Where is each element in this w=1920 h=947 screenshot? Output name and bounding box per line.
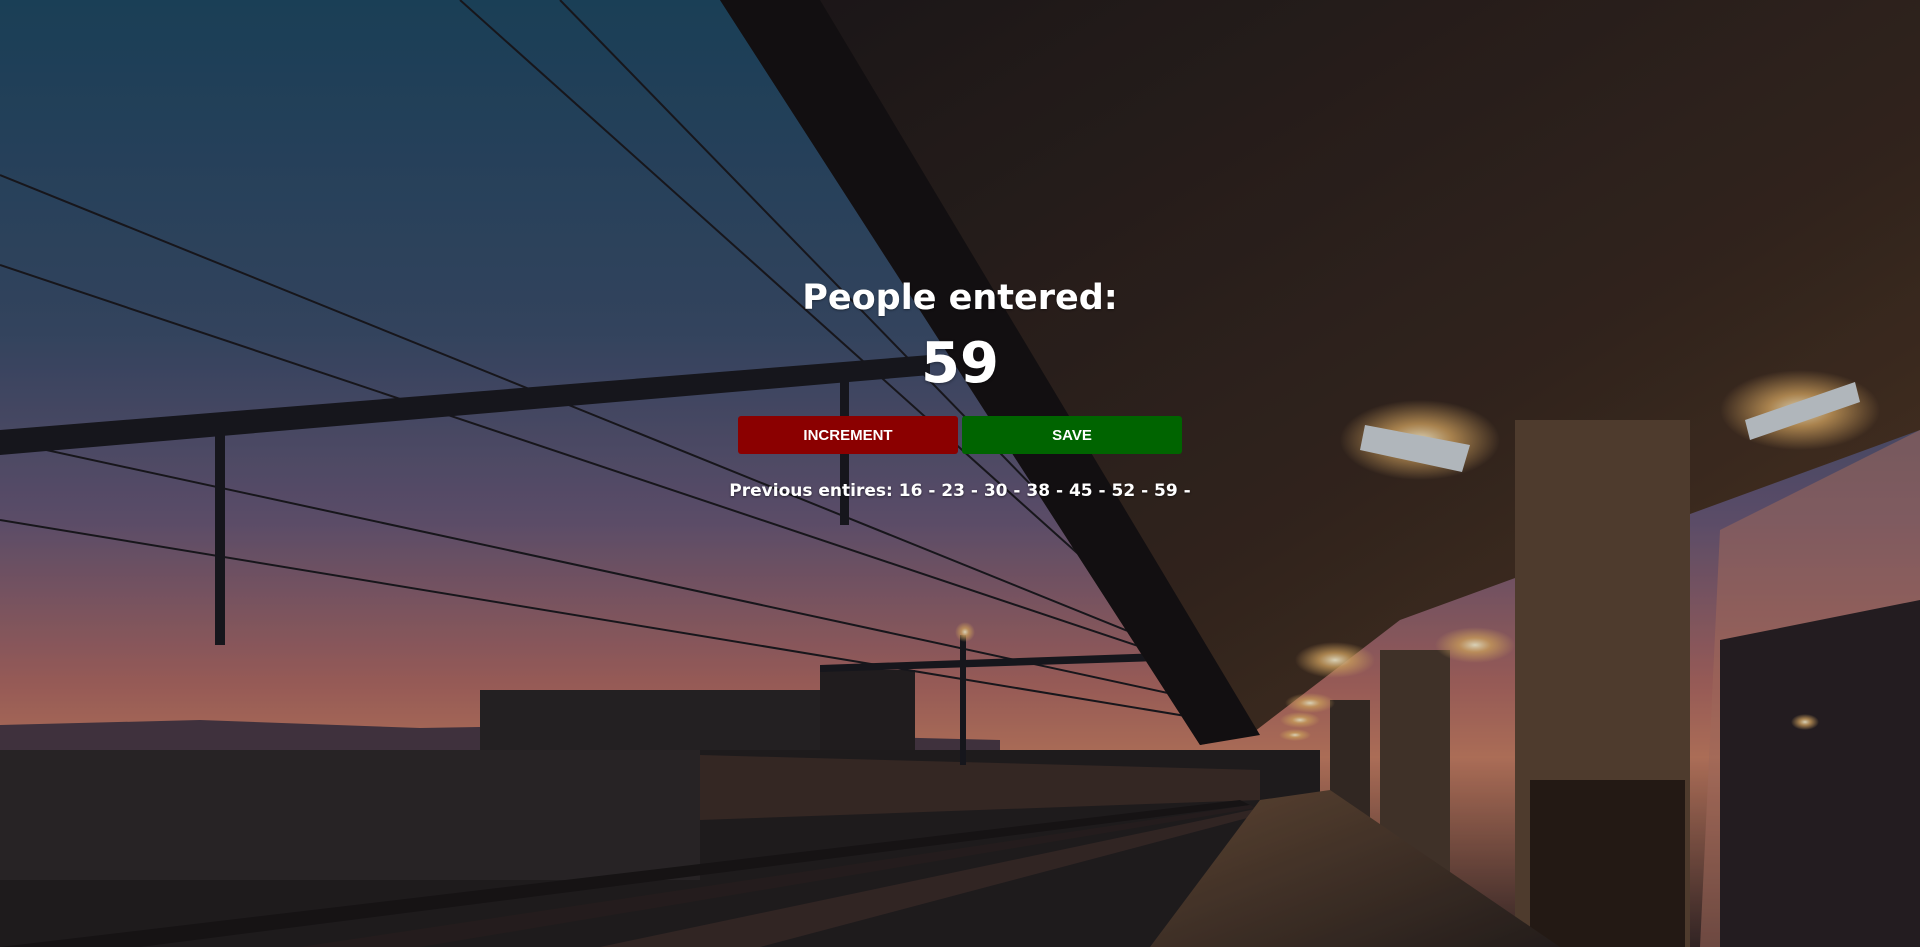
previous-entries-label: Previous entires: <box>729 481 893 501</box>
counter-panel: People entered: 59 INCREMENT SAVE Previo… <box>0 0 1920 947</box>
page-title: People entered: <box>802 278 1118 318</box>
save-button[interactable]: SAVE <box>962 416 1182 454</box>
count-display: 59 <box>921 331 999 396</box>
button-group: INCREMENT SAVE <box>738 416 1182 454</box>
increment-button[interactable]: INCREMENT <box>738 416 958 454</box>
previous-entries: Previous entires: 16 - 23 - 30 - 38 - 45… <box>729 480 1190 502</box>
previous-entries-values: 16 - 23 - 30 - 38 - 45 - 52 - 59 - <box>898 481 1191 501</box>
